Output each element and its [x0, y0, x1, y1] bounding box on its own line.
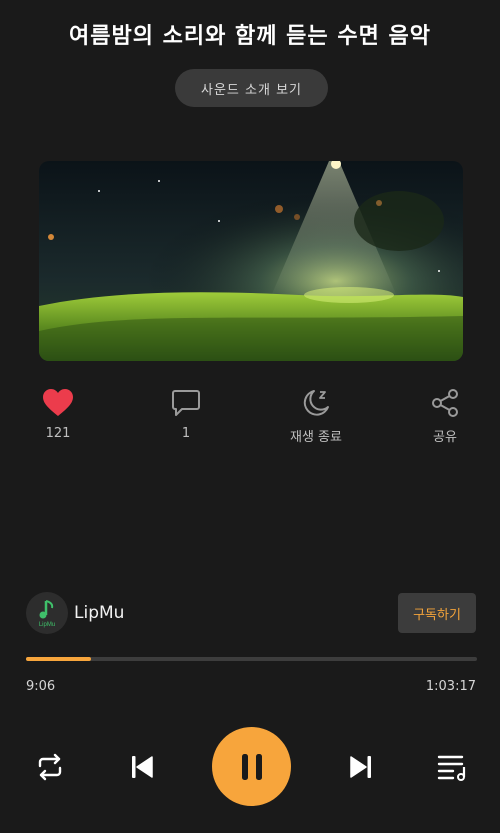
like-count: 121 [45, 426, 71, 441]
music-note-logo-icon: LipMu [39, 600, 55, 628]
pause-button[interactable] [212, 727, 291, 806]
pause-icon [241, 753, 262, 780]
subscribe-button[interactable]: 구독하기 [398, 593, 476, 633]
comment-count: 1 [181, 426, 191, 441]
progress-fill [26, 657, 91, 661]
channel-name[interactable]: LipMu [74, 603, 124, 623]
logo-text: LipMu [39, 622, 55, 628]
like-action[interactable]: 121 [13, 388, 103, 441]
repeat-icon [38, 753, 62, 781]
sleep-timer-label: 재생 종료 [290, 430, 342, 445]
comment-action[interactable]: 1 [141, 388, 231, 441]
skip-next-icon [350, 756, 371, 778]
sound-intro-button[interactable]: 사운드 소개 보기 [175, 69, 328, 107]
comment-icon[interactable] [141, 388, 231, 418]
share-action[interactable]: 공유 [400, 388, 490, 445]
playlist-icon [437, 755, 466, 781]
channel-avatar[interactable]: LipMu [26, 592, 68, 634]
elapsed-time: 9:06 [26, 679, 56, 694]
album-artwork [39, 161, 463, 361]
page-title: 여름밤의 소리와 함께 듣는 수면 음악 [69, 24, 431, 49]
previous-button[interactable] [126, 751, 158, 783]
total-duration: 1:03:17 [425, 679, 476, 694]
repeat-button[interactable] [32, 750, 68, 784]
moon-sleep-icon[interactable] [271, 388, 361, 418]
share-label: 공유 [433, 430, 457, 445]
progress-bar[interactable] [26, 657, 477, 661]
share-icon[interactable] [400, 388, 490, 418]
action-row: 121 1 재생 종료 공유 [0, 388, 500, 448]
skip-previous-icon [132, 756, 153, 778]
heart-icon[interactable] [13, 388, 103, 418]
sleep-timer-action[interactable]: 재생 종료 [271, 388, 361, 445]
playlist-button[interactable] [434, 750, 470, 784]
next-button[interactable] [345, 751, 377, 783]
